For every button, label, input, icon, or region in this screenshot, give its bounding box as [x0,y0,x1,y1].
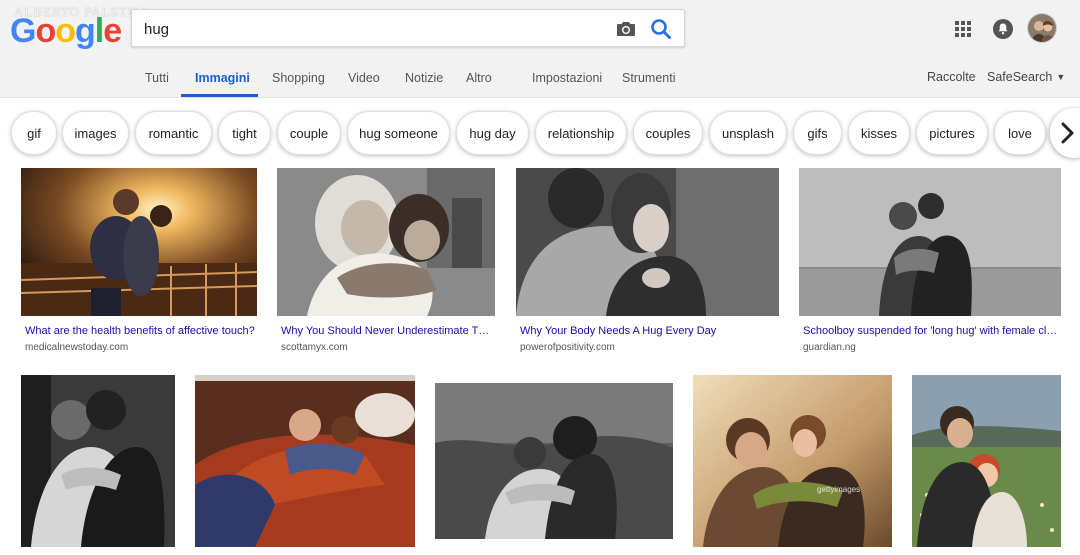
tab-shopping[interactable]: Shopping [272,71,325,85]
result-thumbnail[interactable] [912,375,1061,547]
avatar[interactable] [1027,13,1057,43]
result-thumbnail[interactable] [435,383,673,539]
chip[interactable]: images [62,111,129,155]
camera-icon[interactable] [614,17,638,41]
result-thumbnail[interactable] [516,168,779,316]
tab-altro[interactable]: Altro [466,71,492,85]
image-result[interactable] [21,375,175,547]
tab-strumenti[interactable]: Strumenti [622,71,676,85]
tab-video[interactable]: Video [348,71,380,85]
chip[interactable]: gifs [793,111,842,155]
stock-photo-watermark: gettyimages [817,485,861,494]
result-thumbnail[interactable] [277,168,495,316]
chip[interactable]: couple [277,111,341,155]
safesearch-label: SafeSearch [987,70,1053,84]
top-bar: Google ALBERTO PALSTILL Tutti Immagini S… [0,0,1080,98]
chip[interactable]: relationship [535,111,627,155]
chip[interactable]: kisses [848,111,910,155]
result-title[interactable]: What are the health benefits of affectiv… [25,325,257,337]
result-title[interactable]: Why Your Body Needs A Hug Every Day [520,325,776,337]
search-box [131,9,685,47]
image-result[interactable]: What are the health benefits of affectiv… [21,168,257,358]
related-searches-bar: gif images romantic tight couple hug som… [0,108,1080,158]
result-title[interactable]: Why You Should Never Underestimate Th... [281,325,493,337]
result-title[interactable]: Schoolboy suspended for 'long hug' with … [803,325,1061,337]
result-source[interactable]: guardian.ng [803,342,856,353]
result-thumbnail[interactable] [799,168,1061,316]
image-result[interactable] [195,375,415,547]
image-result[interactable]: Why Your Body Needs A Hug Every Day powe… [516,168,779,358]
chip[interactable]: couples [633,111,703,155]
safesearch-menu[interactable]: SafeSearch ▼ [987,70,1065,84]
chip[interactable]: hug someone [347,111,450,155]
tab-impostazioni[interactable]: Impostazioni [532,71,602,85]
result-source[interactable]: scottamyx.com [281,342,348,353]
chip[interactable]: romantic [135,111,212,155]
raccolte-link[interactable]: Raccolte [927,70,976,84]
chip[interactable]: gif [11,111,57,155]
image-result[interactable] [435,383,673,539]
chip[interactable]: unsplash [709,111,787,155]
result-thumbnail[interactable] [693,375,892,547]
caret-down-icon: ▼ [1056,72,1066,82]
chip[interactable]: hug day [456,111,529,155]
magnifier-icon[interactable] [648,16,674,42]
result-source[interactable]: medicalnewstoday.com [25,342,128,353]
result-source[interactable]: powerofpositivity.com [520,342,615,353]
image-result[interactable]: gettyimages [693,375,892,547]
chip[interactable]: love [994,111,1046,155]
active-tab-indicator [181,94,258,97]
result-thumbnail[interactable] [21,375,175,547]
image-result[interactable]: Why You Should Never Underestimate Th...… [277,168,495,358]
chip[interactable]: pictures [916,111,988,155]
chevron-right-icon[interactable] [1050,108,1080,158]
search-input[interactable] [144,18,604,40]
result-thumbnail[interactable] [21,168,257,316]
apps-grid-icon[interactable] [952,18,974,40]
image-result[interactable]: Schoolboy suspended for 'long hug' with … [799,168,1061,358]
tab-notizie[interactable]: Notizie [405,71,443,85]
bell-icon[interactable] [991,17,1015,41]
google-logo[interactable]: Google ALBERTO PALSTILL [10,4,150,50]
chip[interactable]: tight [218,111,271,155]
tab-immagini[interactable]: Immagini [195,71,250,85]
result-thumbnail[interactable] [195,375,415,547]
tab-tutti[interactable]: Tutti [145,71,169,85]
image-result[interactable] [912,375,1061,547]
